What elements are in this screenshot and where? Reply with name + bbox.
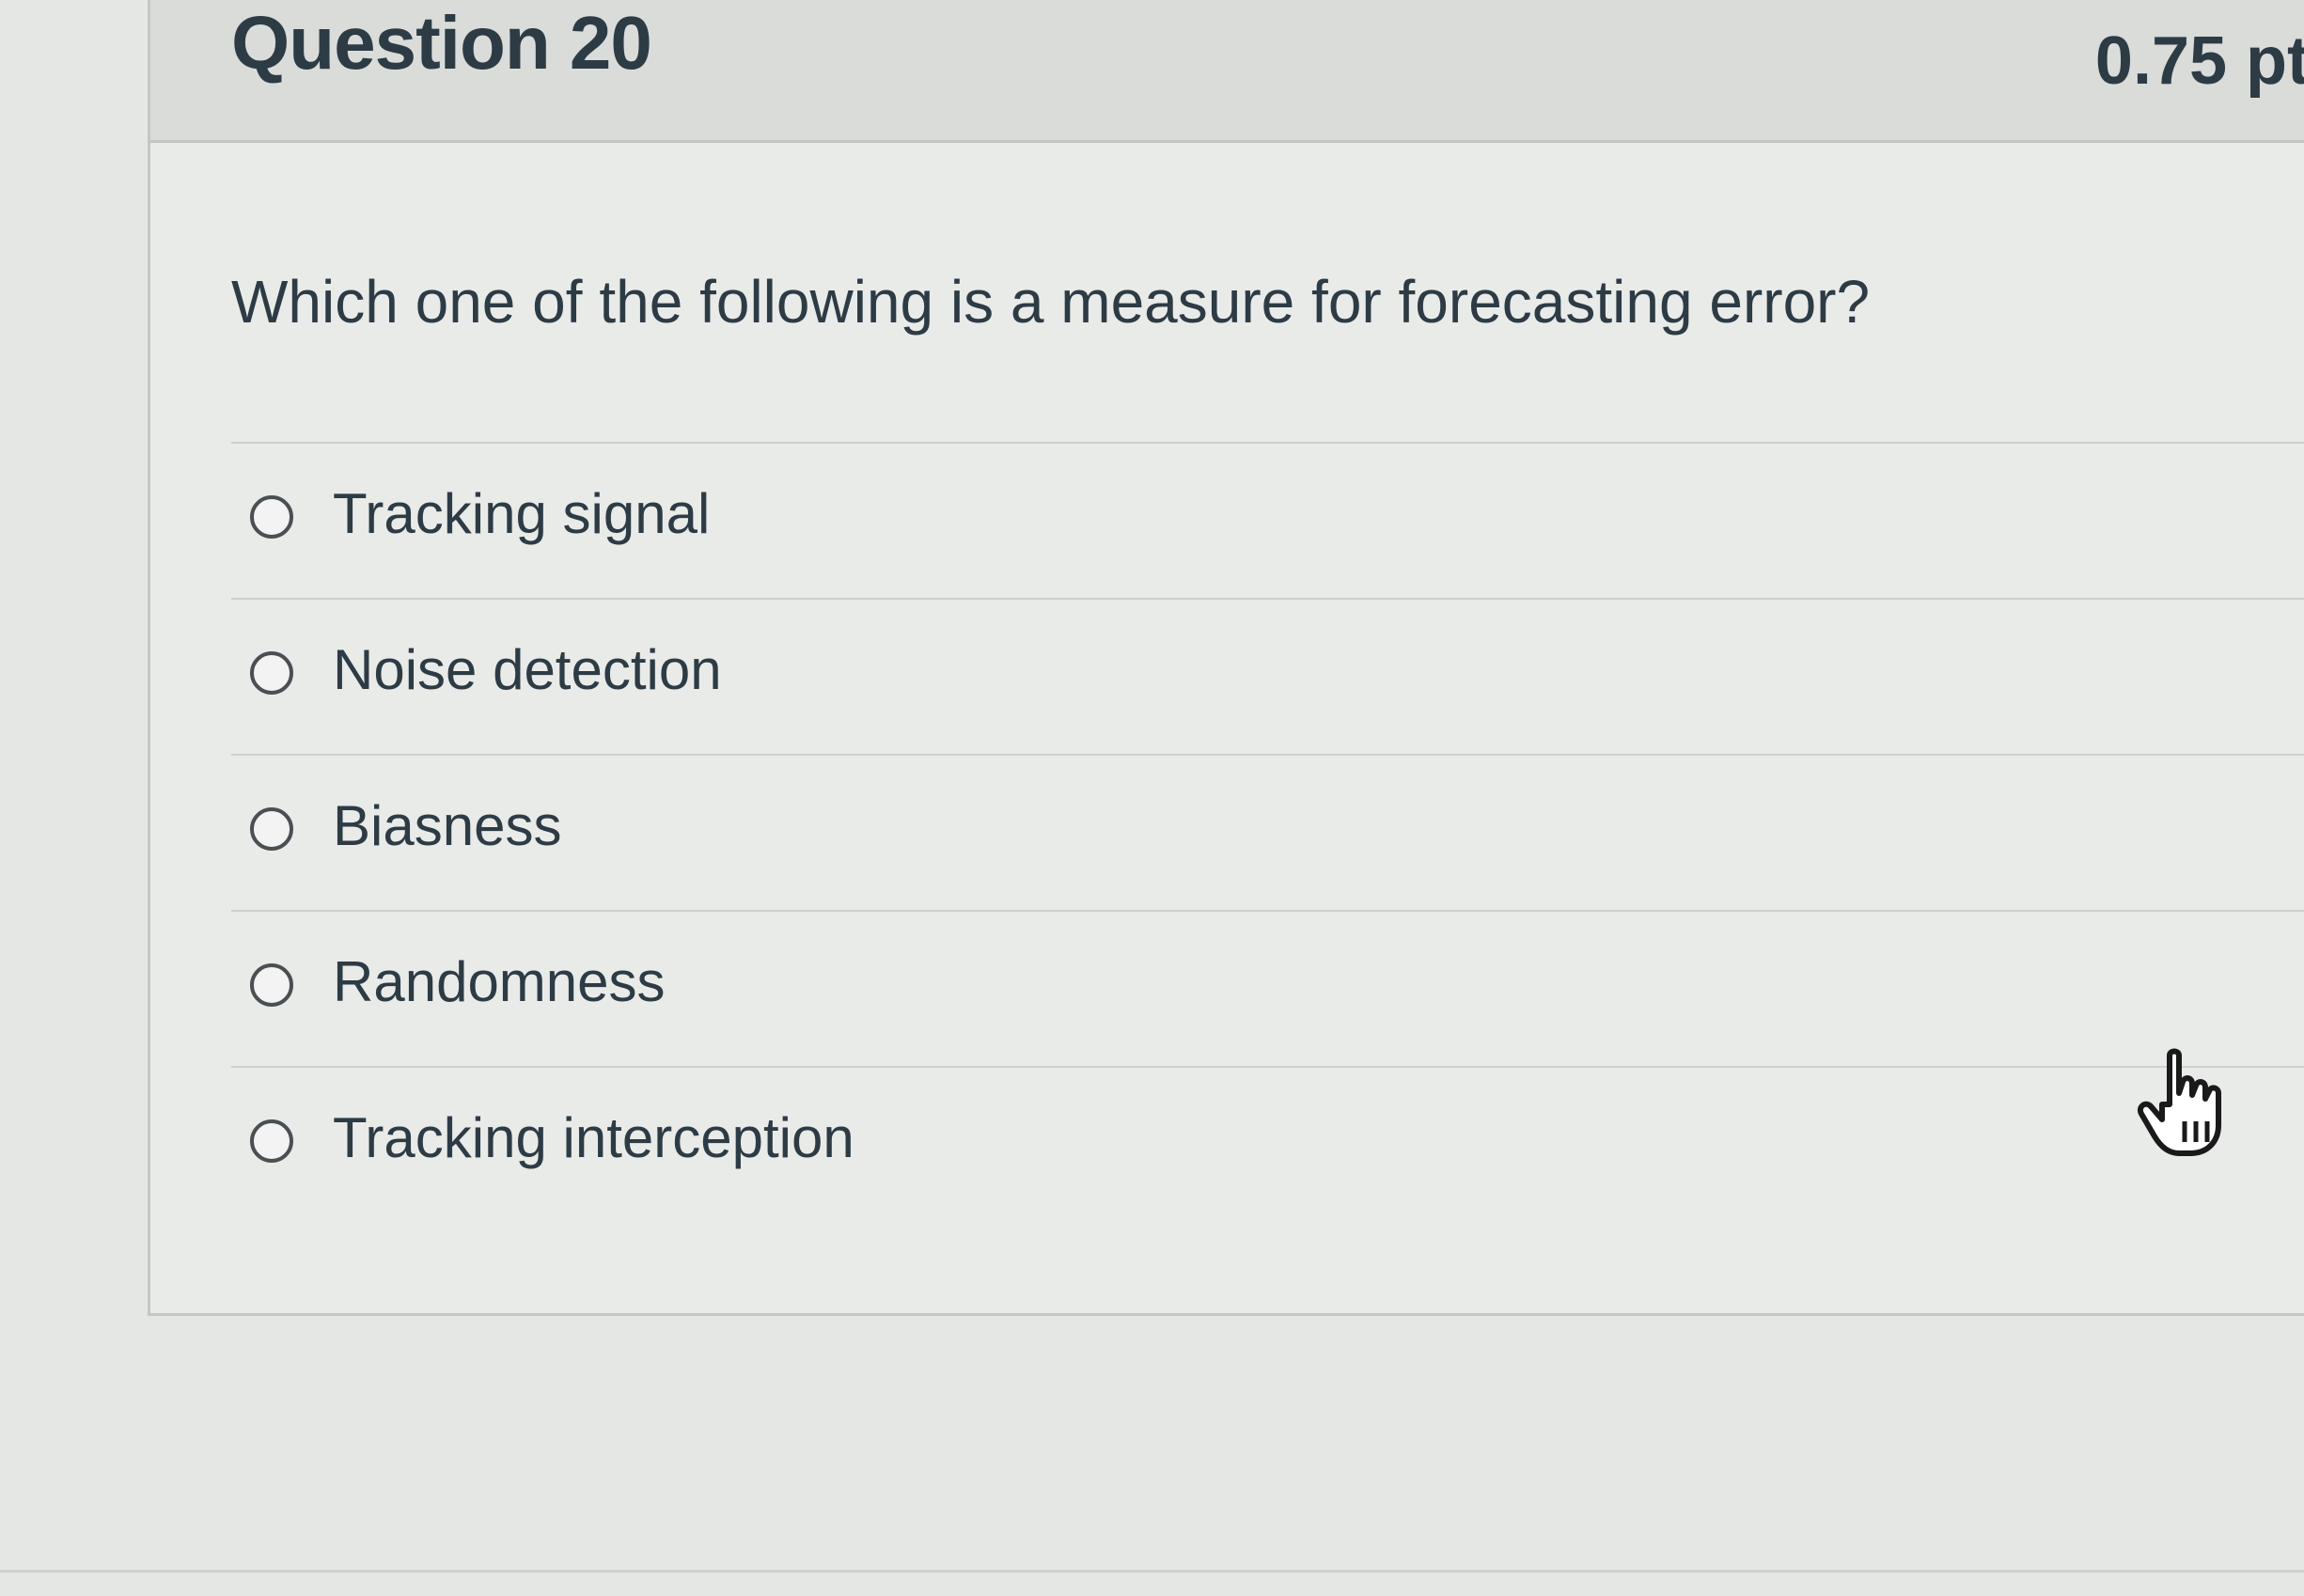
question-text: Which one of the following is a measure … [231, 268, 1871, 336]
question-card: Question 20 0.75 pt Which one of the fol… [148, 0, 2304, 1316]
answer-option[interactable]: Randomness [231, 910, 2304, 1066]
answer-option[interactable]: Tracking signal [231, 442, 2304, 598]
radio-button[interactable] [250, 495, 293, 539]
answer-option[interactable]: Biasness [231, 754, 2304, 910]
answer-label[interactable]: Tracking signal [333, 481, 710, 546]
radio-button[interactable] [250, 651, 293, 695]
answer-label[interactable]: Biasness [333, 793, 561, 858]
divider [0, 1570, 2304, 1573]
radio-button[interactable] [250, 807, 293, 851]
question-points: 0.75 pt [2094, 23, 2304, 99]
radio-button[interactable] [250, 1119, 293, 1163]
answer-option[interactable]: Tracking interception [231, 1066, 2304, 1222]
answer-label[interactable]: Noise detection [333, 637, 722, 702]
answer-list: Tracking signal Noise detection Biasness… [231, 442, 2304, 1222]
pointer-hand-icon [2134, 1048, 2237, 1161]
question-header: Question 20 0.75 pt [150, 0, 2304, 143]
radio-button[interactable] [250, 963, 293, 1007]
answer-label[interactable]: Randomness [333, 949, 666, 1014]
answer-option[interactable]: Noise detection [231, 598, 2304, 754]
question-title: Question 20 [231, 1, 652, 85]
answer-label[interactable]: Tracking interception [333, 1105, 854, 1170]
